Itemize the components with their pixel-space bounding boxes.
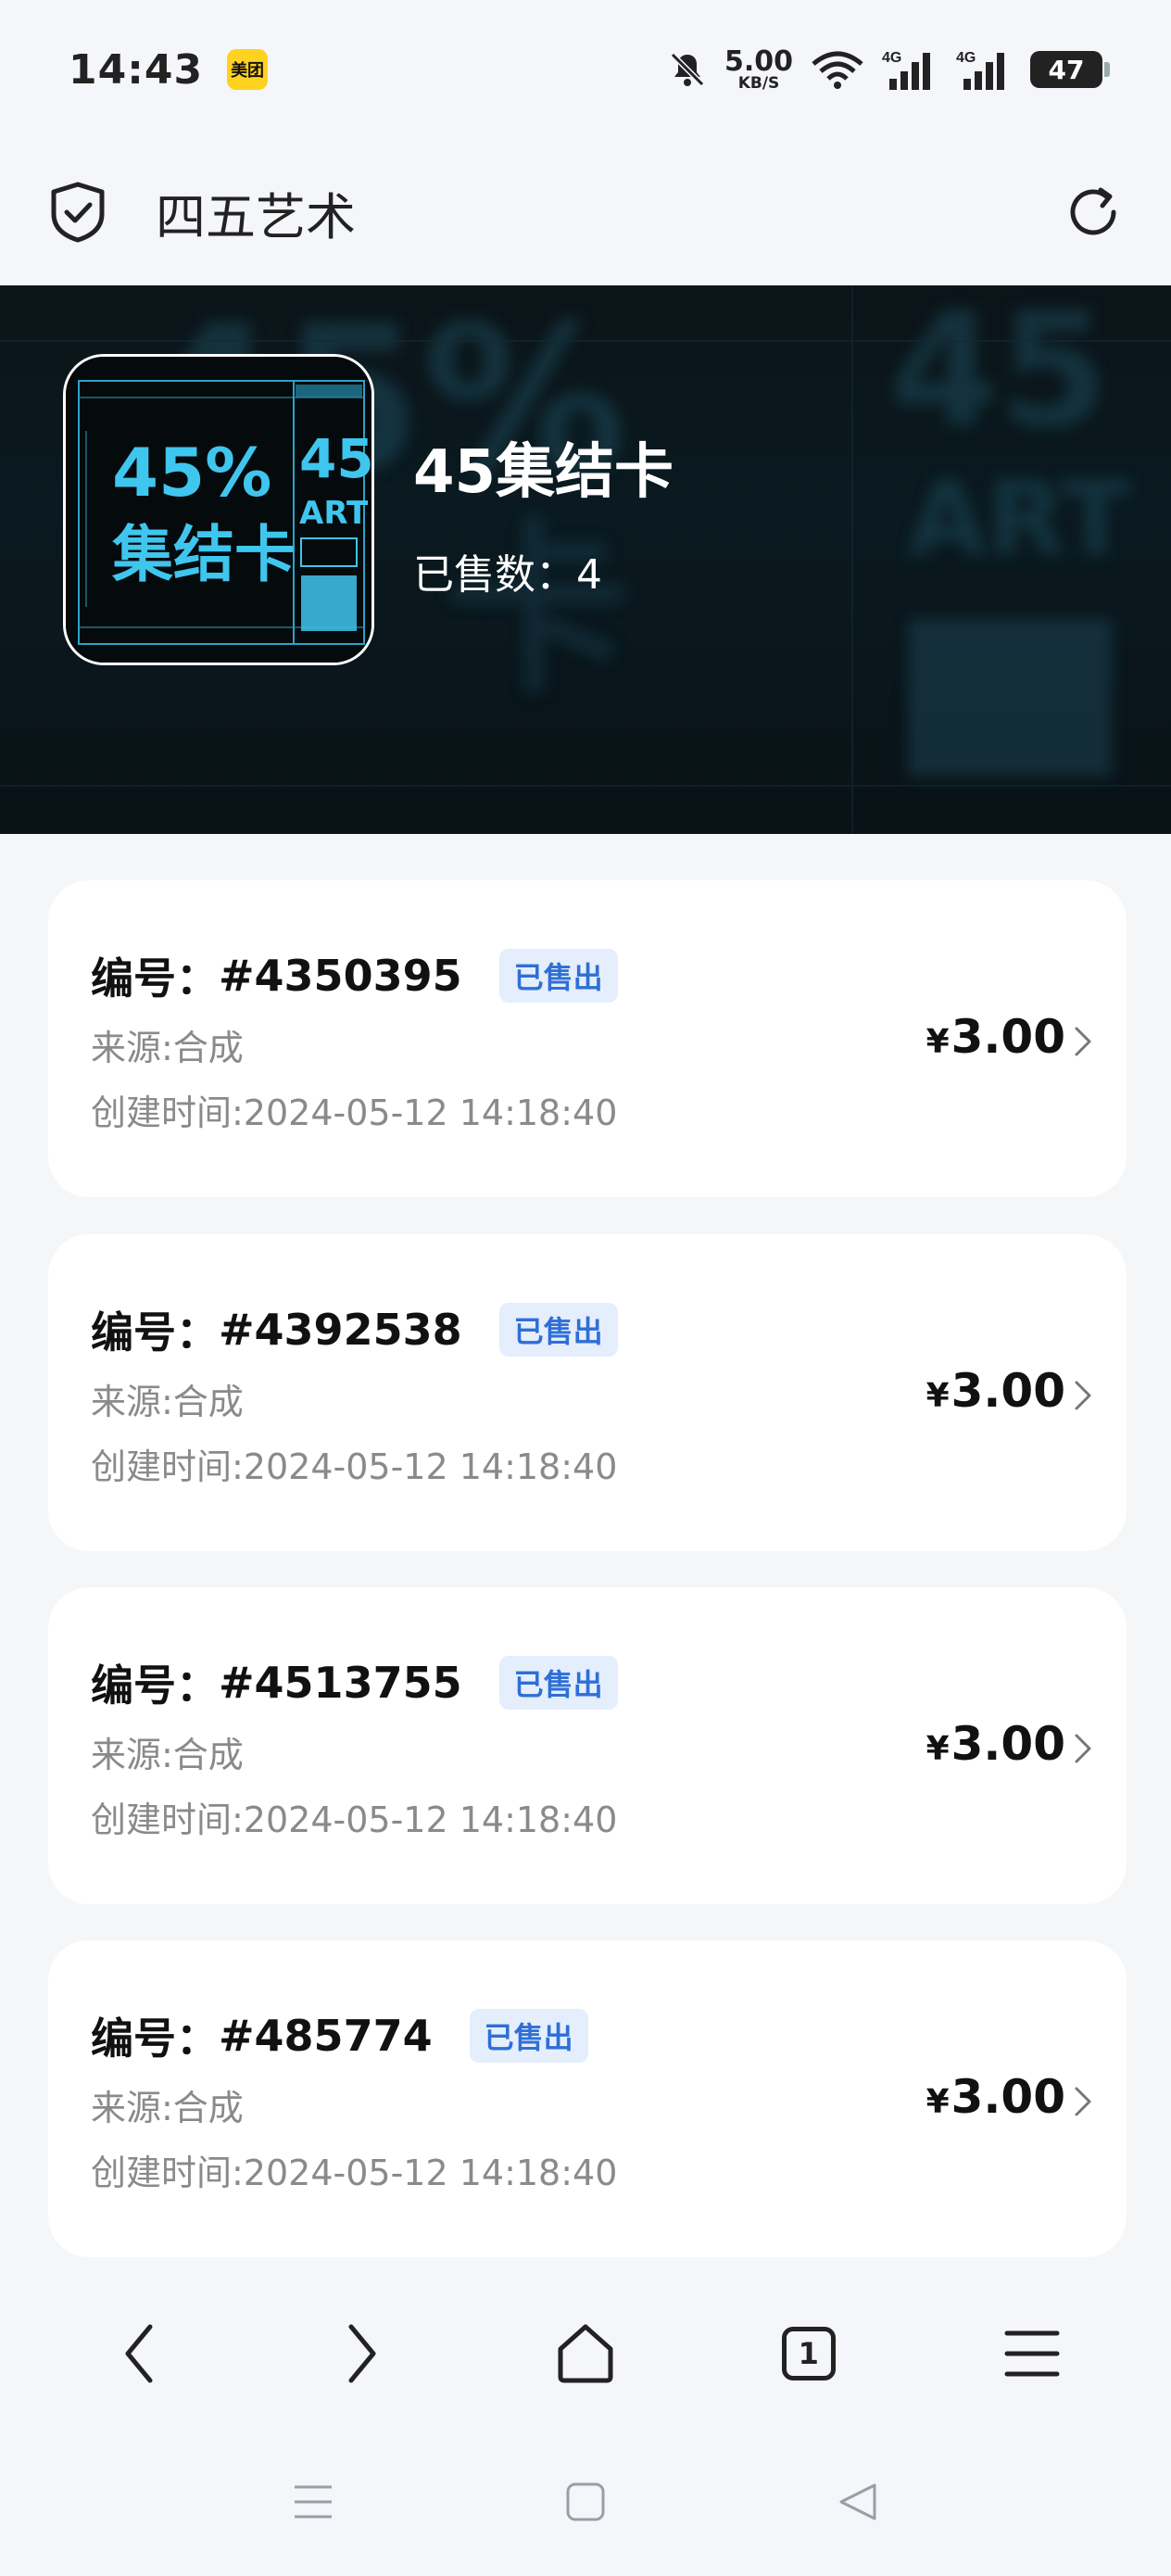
meituan-app-icon: 美团 (227, 49, 269, 90)
menu-button[interactable] (986, 2307, 1078, 2400)
tabs-button[interactable]: 1 (762, 2307, 855, 2400)
net-speed-value: 5.00 (724, 44, 793, 78)
net-speed-unit: KB/S (737, 73, 780, 93)
item-source: 来源:合成 (91, 1028, 244, 1068)
signal-icon: 4G (882, 50, 930, 90)
back-triangle-icon[interactable] (837, 2481, 878, 2522)
item-id-value: #4392538 (219, 1305, 462, 1355)
browser-toolbar: 1 (0, 2279, 1171, 2428)
collection-title: 45集结卡 (413, 438, 674, 507)
item-card[interactable]: 编号： #4513755 已售出 来源:合成 创建时间:2024-05-12 14… (48, 1587, 1127, 1904)
status-indicators: 5.00 KB/S 4G 4G 47 (667, 44, 1110, 93)
item-id-value: #4513755 (219, 1658, 462, 1708)
artwork-text-1: 45% (112, 434, 271, 511)
title-bar: 四五艺术 (0, 139, 1171, 285)
svg-text:ART: ART (908, 460, 1130, 578)
currency-symbol: ¥ (925, 1730, 950, 1768)
svg-text:卡: 卡 (445, 503, 630, 719)
artwork-side-text-2: ART (299, 495, 369, 532)
item-card[interactable]: 编号： #485774 已售出 来源:合成 创建时间:2024-05-12 14:… (48, 1940, 1127, 2257)
shield-check-icon[interactable] (48, 181, 107, 244)
battery-icon: 47 (1030, 51, 1110, 88)
item-id: 编号： #4513755 已售出 (91, 1652, 618, 1713)
status-time: 14:43 (69, 45, 204, 94)
home-icon (558, 2324, 613, 2383)
item-id-label: 编号： (91, 1661, 219, 1711)
reload-button[interactable] (1064, 183, 1123, 242)
item-id: 编号： #485774 已售出 (91, 2005, 588, 2066)
chevron-right-icon (1075, 1734, 1091, 1763)
forward-button[interactable] (316, 2307, 409, 2400)
item-source: 来源:合成 (91, 2088, 244, 2128)
svg-text:4G: 4G (956, 50, 976, 66)
sold-label: 已售数： (413, 551, 576, 599)
back-icon (125, 2324, 153, 2383)
collection-artwork: 45% 集结卡 45 ART (66, 357, 374, 663)
back-button[interactable] (93, 2307, 185, 2400)
item-card[interactable]: 编号： #4392538 已售出 来源:合成 创建时间:2024-05-12 14… (48, 1234, 1127, 1551)
item-card[interactable]: 编号： #4350395 已售出 来源:合成 创建时间:2024-05-12 14… (48, 880, 1127, 1197)
currency-symbol: ¥ (925, 2083, 950, 2121)
status-bar: 14:43 美团 5.00 KB/S 4G 4G 47 (0, 0, 1171, 139)
currency-symbol: ¥ (925, 1023, 950, 1061)
currency-symbol: ¥ (925, 1377, 950, 1415)
item-id-label: 编号： (91, 1307, 219, 1357)
collection-hero: 45% 卡 45 ART 45% 集结卡 45 ART 45集结卡 已售数：4 (0, 285, 1171, 834)
artwork-side-text-1: 45 (299, 427, 374, 490)
price-value: 3.00 (951, 1717, 1065, 1771)
sold-count: 已售数：4 (413, 541, 602, 600)
item-id-label: 编号： (91, 2014, 219, 2064)
svg-text:45: 45 (889, 285, 1109, 462)
item-created-time: 创建时间:2024-05-12 14:18:40 (91, 2153, 618, 2193)
item-id: 编号： #4392538 已售出 (91, 1299, 618, 1360)
forward-icon (348, 2324, 376, 2383)
status-badge: 已售出 (498, 949, 618, 1003)
menu-icon (1004, 2330, 1060, 2377)
chevron-right-icon (1075, 1027, 1091, 1056)
artwork-text-2: 集结卡 (111, 519, 296, 590)
sold-value: 4 (576, 551, 602, 599)
wifi-icon (812, 51, 863, 89)
price-value: 3.00 (951, 2070, 1065, 2124)
item-created-time: 创建时间:2024-05-12 14:18:40 (91, 1799, 618, 1840)
chevron-right-icon (1075, 1381, 1091, 1410)
signal-icon: 4G (956, 50, 1004, 90)
net-speed: 5.00 KB/S (724, 44, 793, 93)
status-badge: 已售出 (498, 1303, 618, 1357)
price-value: 3.00 (951, 1010, 1065, 1064)
item-price: ¥3.00 (926, 2070, 1065, 2124)
status-badge: 已售出 (498, 1656, 618, 1710)
reload-icon (1070, 187, 1116, 235)
item-price: ¥3.00 (926, 1010, 1065, 1064)
item-id-value: #4350395 (219, 951, 462, 1001)
home-square-icon[interactable] (565, 2481, 606, 2522)
status-badge: 已售出 (469, 2009, 588, 2063)
item-source: 来源:合成 (91, 1382, 244, 1422)
system-navigation-bar (0, 2428, 1171, 2576)
item-id-value: #485774 (219, 2011, 433, 2061)
tabs-icon: 1 (781, 2327, 836, 2380)
collection-thumbnail: 45% 集结卡 45 ART (63, 354, 374, 665)
battery-level: 47 (1048, 54, 1085, 85)
svg-text:4G: 4G (882, 50, 901, 66)
item-id: 编号： #4350395 已售出 (91, 945, 618, 1006)
home-button[interactable] (539, 2307, 632, 2400)
item-created-time: 创建时间:2024-05-12 14:18:40 (91, 1092, 618, 1133)
page-title: 四五艺术 (156, 187, 356, 246)
recents-icon[interactable] (293, 2481, 334, 2522)
price-value: 3.00 (951, 1364, 1065, 1418)
item-created-time: 创建时间:2024-05-12 14:18:40 (91, 1446, 618, 1487)
item-price: ¥3.00 (926, 1364, 1065, 1418)
chevron-right-icon (1075, 2087, 1091, 2116)
item-id-label: 编号： (91, 953, 219, 1004)
item-price: ¥3.00 (926, 1717, 1065, 1771)
item-source: 来源:合成 (91, 1735, 244, 1775)
mute-icon (670, 52, 705, 87)
